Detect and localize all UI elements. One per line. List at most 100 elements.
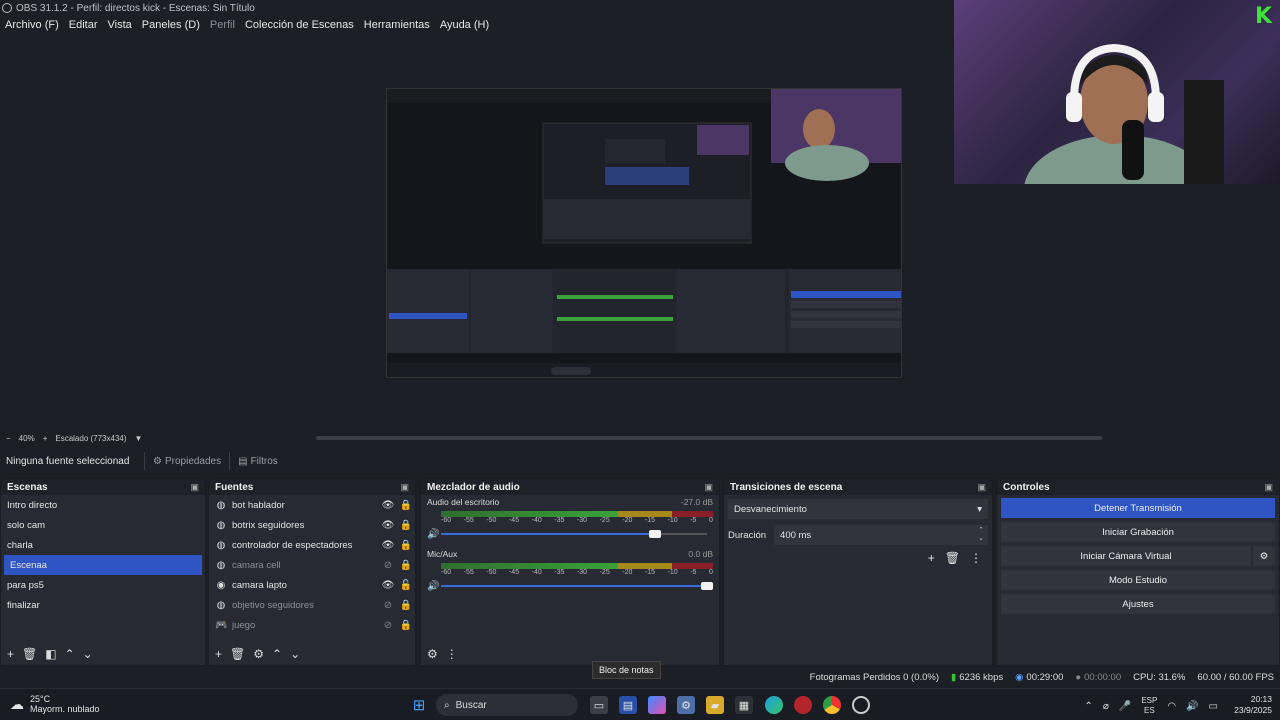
chevron-down-icon[interactable]: ⌄ xyxy=(83,647,93,661)
chevron-down-icon[interactable]: ⌄ xyxy=(290,647,300,661)
settings-app-icon[interactable]: ⚙ xyxy=(677,696,695,714)
menu-vista[interactable]: Vista xyxy=(103,19,137,31)
eye-icon[interactable]: 👁 xyxy=(379,520,397,531)
spinner-icon[interactable]: ⌃ ⌄ xyxy=(978,527,984,543)
edge-icon[interactable] xyxy=(765,696,783,714)
task-view-icon[interactable]: ▭ xyxy=(590,696,608,714)
speaker-icon[interactable]: 🔊 xyxy=(427,581,439,592)
obs-taskbar-icon[interactable] xyxy=(852,696,870,714)
menu-editar[interactable]: Editar xyxy=(64,19,103,31)
lock-icon[interactable]: 🔒 xyxy=(397,620,415,631)
filters-button[interactable]: ▤ Filtros xyxy=(229,452,286,470)
eye-icon[interactable]: 👁 xyxy=(379,540,397,551)
sources-title: Fuentes xyxy=(215,481,254,493)
scaling-dropdown-icon[interactable]: ▼ xyxy=(135,434,143,443)
unlock-icon[interactable]: 🔓 xyxy=(397,580,415,591)
source-item[interactable]: ◉ camara lapto 👁 🔓 xyxy=(209,575,415,595)
eye-hidden-icon[interactable]: ⊘ xyxy=(379,560,397,571)
zoom-out-button[interactable]: − xyxy=(6,434,11,443)
preview-horizontal-scrollbar[interactable] xyxy=(316,436,1102,440)
settings-button[interactable]: Ajustes xyxy=(1001,594,1275,614)
lock-icon[interactable]: 🔒 xyxy=(397,500,415,511)
store-icon[interactable]: ▦ xyxy=(735,696,753,714)
properties-button[interactable]: ⚙ Propiedades xyxy=(144,452,229,470)
scene-item[interactable]: para ps5 xyxy=(1,575,205,595)
eye-hidden-icon[interactable]: ⊘ xyxy=(379,600,397,611)
nested-preview-graphic xyxy=(387,89,901,377)
weather-widget[interactable]: ☁ 25°C Mayorm. nublado xyxy=(10,694,100,714)
menu-ayuda[interactable]: Ayuda (H) xyxy=(435,19,494,31)
dock-options-icon[interactable]: ▣ xyxy=(400,482,409,493)
menu-archivo[interactable]: Archivo (F) xyxy=(0,19,64,31)
eye-icon[interactable]: 👁 xyxy=(379,500,397,511)
source-item[interactable]: 🎮 juego ⊘ 🔒 xyxy=(209,615,415,635)
source-item[interactable]: ◍ botrix seguidores 👁 🔒 xyxy=(209,515,415,535)
advanced-audio-icon[interactable]: ⚙ xyxy=(427,647,438,661)
scene-item-selected[interactable]: Escenaa xyxy=(4,555,202,575)
menu-perfil[interactable]: Perfil xyxy=(205,19,240,31)
source-item[interactable]: ◍ camara cell ⊘ 🔒 xyxy=(209,555,415,575)
stop-streaming-button[interactable]: Detener Transmisión xyxy=(1001,498,1275,518)
lock-icon[interactable]: 🔒 xyxy=(397,600,415,611)
volume-slider[interactable] xyxy=(441,529,713,539)
volume-slider[interactable] xyxy=(441,581,713,591)
studio-mode-button[interactable]: Modo Estudio xyxy=(1001,570,1275,590)
start-virtual-cam-button[interactable]: Iniciar Cámara Virtual xyxy=(1001,546,1251,566)
start-recording-button[interactable]: Iniciar Grabación xyxy=(1001,522,1275,542)
chevron-up-icon[interactable]: ⌃ xyxy=(272,647,282,661)
language-indicator[interactable]: ESP ES xyxy=(1141,696,1157,716)
source-item[interactable]: ◍ objetivo seguidores ⊘ 🔒 xyxy=(209,595,415,615)
dock-options-icon[interactable]: ▣ xyxy=(704,482,713,493)
eye-icon[interactable]: 👁 xyxy=(379,580,397,591)
lock-icon[interactable]: 🔒 xyxy=(397,560,415,571)
scene-item[interactable]: charla xyxy=(1,535,205,555)
microphone-icon[interactable]: 🎤 xyxy=(1119,701,1131,712)
notepad-icon[interactable]: ▤ xyxy=(619,696,637,714)
chrome-icon[interactable] xyxy=(823,696,841,714)
lock-icon[interactable]: 🔒 xyxy=(397,540,415,551)
add-icon[interactable]: + xyxy=(7,647,14,661)
duration-row: Duración 400 ms ⌃ ⌄ xyxy=(728,525,988,545)
dock-options-icon[interactable]: ▣ xyxy=(190,482,199,493)
add-icon[interactable]: + xyxy=(928,551,935,565)
more-options-icon[interactable]: ⋮ xyxy=(446,647,458,661)
transition-select[interactable]: Desvanecimiento ▾ xyxy=(728,499,988,519)
lock-icon[interactable]: 🔒 xyxy=(397,520,415,531)
file-explorer-icon[interactable]: ▰ xyxy=(706,696,724,714)
gear-icon[interactable]: ⚙ xyxy=(253,647,264,661)
red-app-icon[interactable] xyxy=(794,696,812,714)
battery-icon[interactable]: ▭ xyxy=(1209,701,1218,712)
network-off-icon[interactable]: ⌀ xyxy=(1103,701,1109,712)
trash-icon[interactable]: 🗑 xyxy=(945,551,960,565)
duration-input[interactable]: 400 ms ⌃ ⌄ xyxy=(774,525,988,545)
source-item[interactable]: ◍ bot hablador 👁 🔒 xyxy=(209,495,415,515)
scene-item[interactable]: finalizar xyxy=(1,595,205,615)
filter-icon[interactable]: ◧ xyxy=(45,647,56,661)
menu-herramientas[interactable]: Herramientas xyxy=(359,19,435,31)
program-preview[interactable] xyxy=(386,88,902,378)
virtual-cam-settings-gear-icon[interactable]: ⚙ xyxy=(1253,546,1275,566)
eye-hidden-icon[interactable]: ⊘ xyxy=(379,620,397,631)
chevron-up-icon[interactable]: ⌃ xyxy=(65,647,75,661)
menu-paneles[interactable]: Paneles (D) xyxy=(137,19,205,31)
add-icon[interactable]: + xyxy=(215,647,222,661)
taskbar-clock[interactable]: 20:13 23/9/2025 xyxy=(1234,694,1272,716)
dock-options-icon[interactable]: ▣ xyxy=(977,482,986,493)
dock-options-icon[interactable]: ▣ xyxy=(1264,482,1273,493)
trash-icon[interactable]: 🗑 xyxy=(22,647,37,661)
taskbar-search[interactable]: ⌕ Buscar xyxy=(436,694,578,716)
scene-item[interactable]: solo cam xyxy=(1,515,205,535)
trash-icon[interactable]: 🗑 xyxy=(230,647,245,661)
speaker-icon[interactable]: 🔊 xyxy=(427,529,439,540)
copilot-icon[interactable] xyxy=(648,696,666,714)
windows-start-icon[interactable]: ⊞ xyxy=(410,696,428,714)
source-item[interactable]: ◍ controlador de espectadores 👁 🔒 xyxy=(209,535,415,555)
scene-item[interactable]: Intro directo xyxy=(1,495,205,515)
chevron-up-icon[interactable]: ⌃ xyxy=(1084,701,1092,712)
wifi-icon[interactable]: ◠ xyxy=(1167,701,1176,712)
volume-icon[interactable]: 🔊 xyxy=(1186,701,1198,712)
more-options-icon[interactable]: ⋮ xyxy=(970,551,982,565)
source-name: camara cell xyxy=(232,559,281,571)
zoom-in-button[interactable]: + xyxy=(43,434,48,443)
menu-coleccion-escenas[interactable]: Colección de Escenas xyxy=(240,19,359,31)
